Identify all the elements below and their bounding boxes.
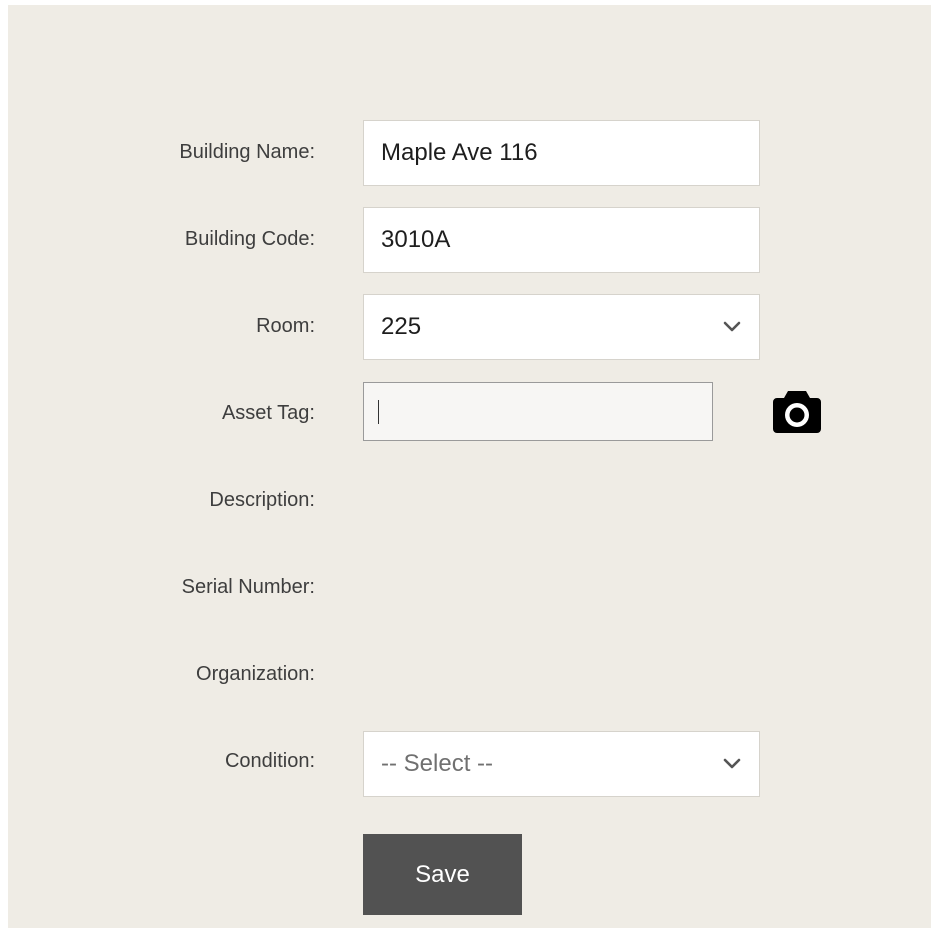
building-name-label: Building Name: — [179, 141, 315, 163]
text-cursor — [378, 399, 379, 424]
chevron-down-icon — [723, 755, 741, 773]
building-code-label: Building Code: — [184, 228, 315, 250]
condition-value: -- Select -- — [381, 750, 494, 777]
organization-label: Organization: — [196, 663, 315, 685]
asset-tag-label: Asset Tag: — [221, 402, 315, 424]
camera-icon[interactable] — [773, 389, 821, 433]
building-code-field[interactable]: 3010A — [363, 207, 760, 273]
chevron-down-icon — [723, 318, 741, 336]
room-value: 225 — [381, 313, 422, 340]
condition-select[interactable]: -- Select -- — [363, 731, 760, 797]
building-name-value: Maple Ave 116 — [381, 139, 538, 166]
room-select[interactable]: 225 — [363, 294, 760, 360]
condition-label: Condition: — [224, 750, 315, 772]
save-button[interactable]: Save — [363, 834, 522, 915]
asset-tag-input[interactable] — [363, 382, 713, 441]
description-label: Description: — [209, 489, 315, 511]
room-label: Room: — [256, 315, 315, 337]
building-name-field[interactable]: Maple Ave 116 — [363, 120, 760, 186]
serial-number-label: Serial Number: — [181, 576, 315, 598]
building-code-value: 3010A — [381, 226, 451, 253]
